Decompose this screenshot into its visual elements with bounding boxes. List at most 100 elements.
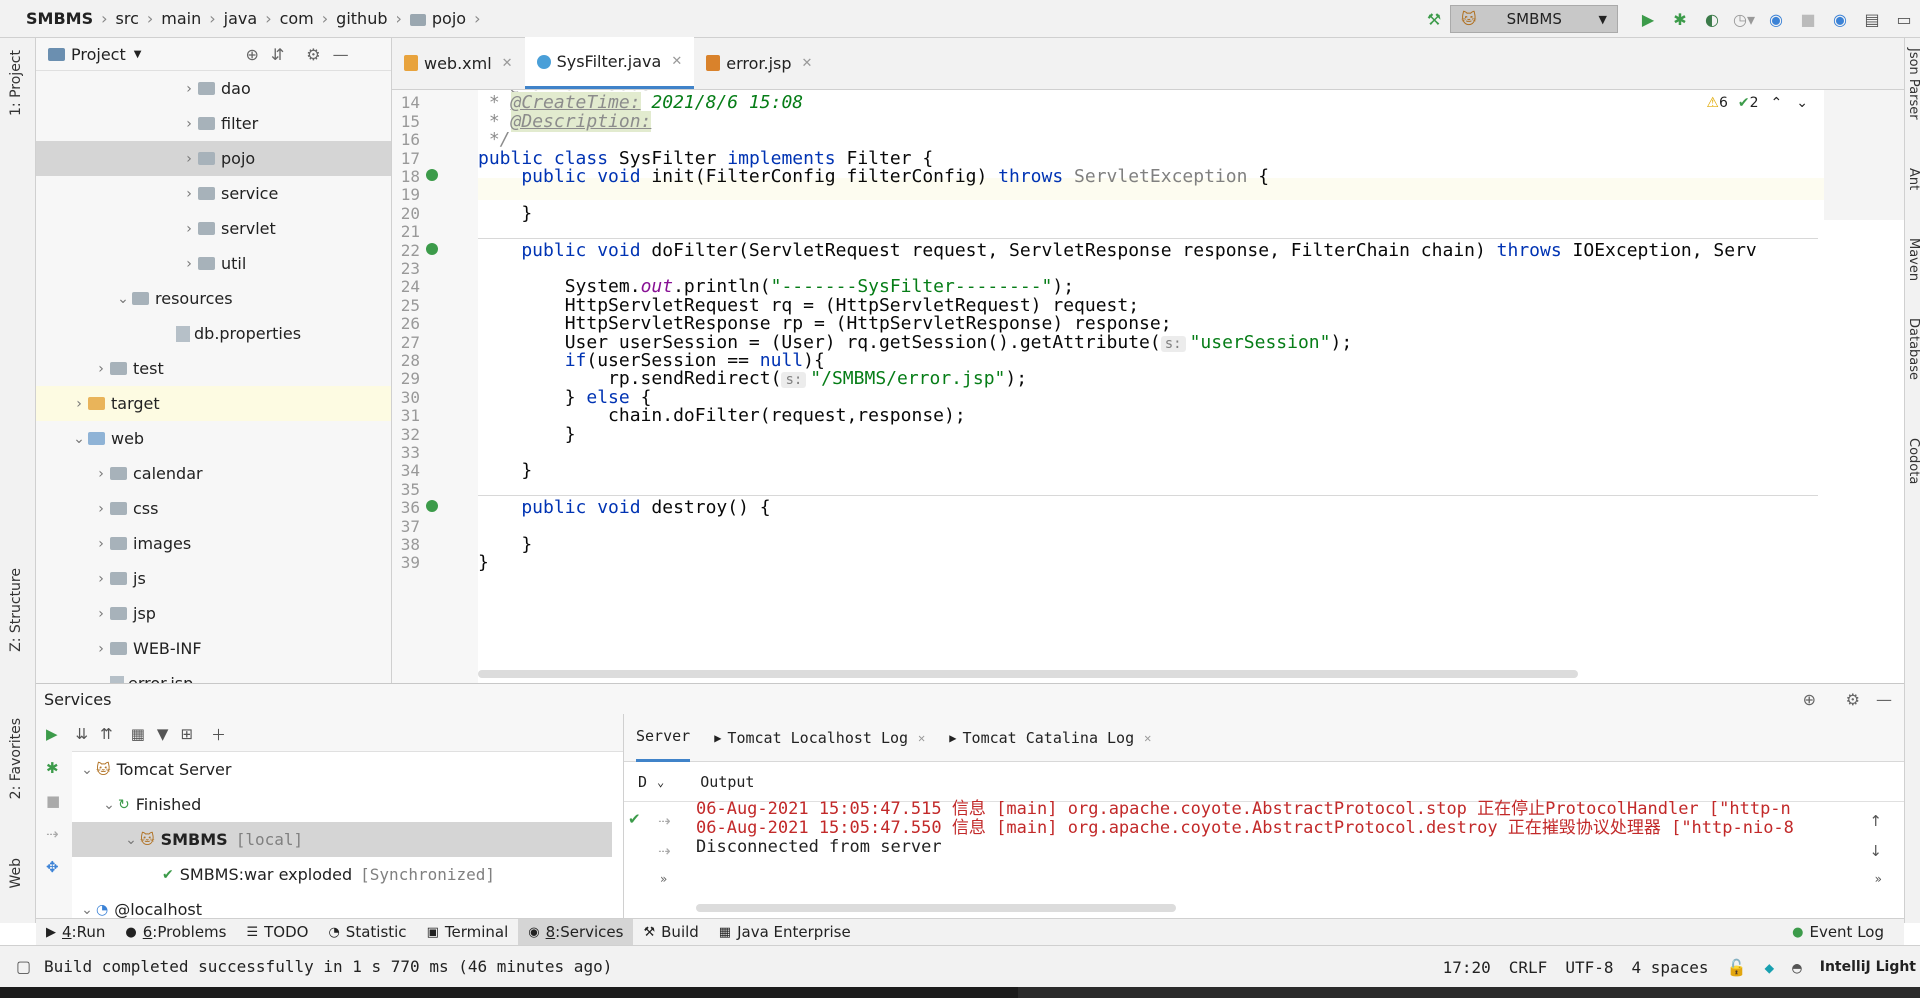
tool-window-java-enterprise[interactable]: ▦ Java Enterprise [709,919,861,946]
output-horizontal-scrollbar[interactable] [696,904,1176,912]
service-item-finished[interactable]: ⌄ ↻ Finished [72,787,612,822]
help-icon[interactable]: ◉ [1830,9,1850,29]
tree-item-util[interactable]: › util [36,246,391,281]
service-item-smbms-war-exploded[interactable]: ✔ SMBMS:war exploded [Synchronized] [72,857,612,892]
chevron-down-icon[interactable]: ⌄ [100,797,118,813]
tab-sysfilter-java[interactable]: SysFilter.java ✕ [524,37,695,89]
tab-web-xml[interactable]: web.xml ✕ [392,37,525,89]
event-log-button[interactable]: ● Event Log [1782,919,1894,946]
implementing-method-icon[interactable] [426,500,438,513]
service-item-smbms[interactable]: ⌄ 🐱 SMBMS [local] [72,822,612,857]
json-parser-tool-button[interactable]: Json Parser [1906,48,1920,120]
indent-setting[interactable]: 4 spaces [1631,958,1708,977]
breadcrumb-item-github[interactable]: github [336,9,387,28]
group-by-icon[interactable]: ▦ [131,725,145,743]
tree-item-db-properties[interactable]: db.properties [36,316,391,351]
breadcrumb-item-main[interactable]: main [161,9,201,28]
file-encoding[interactable]: UTF-8 [1565,958,1613,977]
chevron-down-icon[interactable]: ⌄ [1796,95,1808,111]
tree-item-web-inf[interactable]: › WEB-INF [36,631,391,666]
chevron-down-icon[interactable]: ⌄ [78,902,96,918]
chevron-right-icon[interactable]: › [92,571,110,587]
log-tab-tomcat-catalina-log[interactable]: ▶ Tomcat Catalina Log ✕ [949,714,1151,762]
breadcrumb-item-com[interactable]: com [280,9,314,28]
log-tab-server[interactable]: Server [636,714,691,762]
tree-item-web[interactable]: ⌄ web [36,421,391,456]
tree-item-images[interactable]: › images [36,526,391,561]
add-icon[interactable]: ＋ [211,724,226,745]
build-hammer-icon[interactable]: ⚒ [1424,9,1444,29]
codota-icon[interactable]: ◆ [1764,958,1774,977]
project-view-selector[interactable]: Project [71,45,126,64]
tree-item-calendar[interactable]: › calendar [36,456,391,491]
profile-icon[interactable]: ◷▾ [1733,9,1755,29]
status-message[interactable]: Build completed successfully in 1 s 770 … [44,957,612,976]
breadcrumb-item-java[interactable]: java [224,9,258,28]
locate-icon[interactable]: ⊕ [1803,690,1816,709]
code-line[interactable]: public void init(FilterConfig filterConf… [478,166,1269,188]
maven-tool-button[interactable]: Maven [1906,238,1920,281]
chevron-down-icon[interactable]: ⌄ [70,431,88,447]
tree-item-css[interactable]: › css [36,491,391,526]
tool-window-todo[interactable]: ☰ TODO [236,919,318,946]
breadcrumb-item-pojo[interactable]: pojo [432,9,466,28]
debug-icon[interactable]: ✱ [46,759,59,777]
code-line[interactable]: public void doFilter(ServletRequest requ… [478,240,1756,262]
database-tool-button[interactable]: Database [1906,318,1920,380]
close-icon[interactable]: ✕ [918,731,925,745]
ant-tool-button[interactable]: Ant [1906,168,1920,190]
update-icon[interactable]: ◉ [1766,9,1786,29]
scroll-down-icon[interactable]: ↓ [1869,842,1882,860]
minimap[interactable] [1824,90,1904,220]
minimize-icon[interactable]: — [1876,690,1892,709]
new-tab-icon[interactable]: ⊞ [180,725,193,743]
more-icon[interactable]: » [1875,872,1882,886]
undeploy-icon[interactable]: ⇢ [658,842,671,860]
chevron-down-icon[interactable]: ▼ [134,49,142,60]
presentation-icon[interactable]: ▭ [1894,9,1914,29]
chevron-right-icon[interactable]: › [92,501,110,517]
breadcrumb-item-src[interactable]: src [116,9,139,28]
collapse-all-icon[interactable]: ⇵ [271,45,284,64]
filter-icon[interactable]: ▼ [157,725,169,743]
code-line[interactable]: public void destroy() { [478,497,770,519]
chevron-down-icon[interactable]: ⌄ [78,762,96,778]
code-line[interactable]: } [478,460,532,482]
structure-tool-button[interactable]: Z: Structure [8,568,24,652]
tab-error-jsp[interactable]: error.jsp ✕ [694,37,824,89]
deploy-all-icon[interactable]: ✥ [46,858,59,876]
chevron-right-icon[interactable]: › [180,151,198,167]
minimize-icon[interactable]: — [333,45,349,64]
web-tool-button[interactable]: Web [8,858,24,889]
close-icon[interactable]: ✕ [502,56,513,71]
chevron-right-icon[interactable]: › [92,361,110,377]
favorites-tool-button[interactable]: 2: Favorites [8,718,24,799]
gear-icon[interactable]: ⚙ [1846,690,1860,709]
close-icon[interactable]: ✕ [802,56,813,71]
expand-all-icon[interactable]: ⇊ [76,725,89,743]
status-icon[interactable]: ▢ [16,957,31,976]
chevron-right-icon[interactable]: › [92,466,110,482]
stop-icon[interactable]: ■ [46,792,60,810]
chevron-right-icon[interactable]: › [180,256,198,272]
tree-item-service[interactable]: › service [36,176,391,211]
tree-item-dao[interactable]: › dao [36,71,391,106]
caret-position[interactable]: 17:20 [1443,958,1491,977]
tool-window-statistic[interactable]: ◔ Statistic [318,919,416,946]
log-tab-tomcat-localhost-log[interactable]: ▶ Tomcat Localhost Log ✕ [714,714,925,762]
chevron-right-icon[interactable]: › [92,606,110,622]
tool-window-build[interactable]: ⚒ Build [633,919,708,946]
tree-item-test[interactable]: › test [36,351,391,386]
tree-item-jsp[interactable]: › jsp [36,596,391,631]
close-icon[interactable]: ✕ [671,54,682,69]
collapse-all-icon[interactable]: ⇈ [100,725,113,743]
tool-window-run[interactable]: ▶ 4: Run [36,919,115,946]
line-separator[interactable]: CRLF [1509,958,1548,977]
tree-item-target[interactable]: › target [36,386,391,421]
tree-item-servlet[interactable]: › servlet [36,211,391,246]
chevron-right-icon[interactable]: › [180,186,198,202]
debug-icon[interactable]: ✱ [1670,9,1690,29]
tree-item-js[interactable]: › js [36,561,391,596]
horizontal-scrollbar[interactable] [478,670,1878,680]
code-line[interactable]: } [478,424,576,446]
